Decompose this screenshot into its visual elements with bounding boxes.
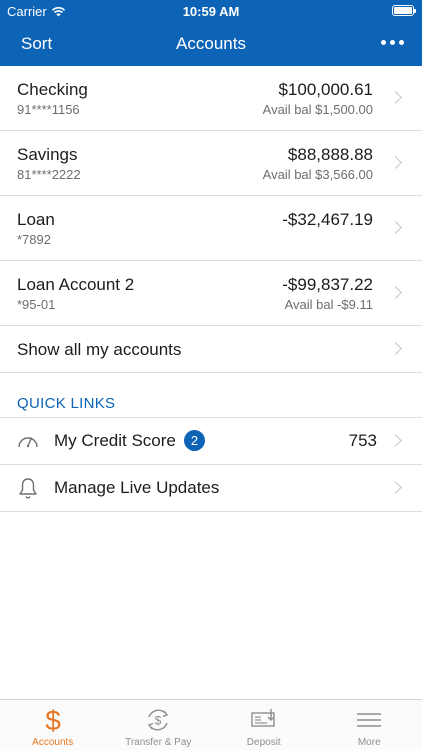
show-all-accounts-label: Show all my accounts — [17, 340, 182, 359]
account-row-checking[interactable]: Checking 91****1156 $100,000.61 Avail ba… — [0, 66, 422, 131]
tab-more[interactable]: More — [317, 700, 422, 750]
check-deposit-icon — [251, 709, 275, 727]
page-title: Accounts — [176, 34, 246, 53]
svg-text:$: $ — [45, 705, 61, 735]
account-name: Loan Account 2 — [17, 275, 135, 294]
quick-link-label: My Credit Score — [54, 431, 176, 450]
app-header: Carrier 10:59 AM Sort Accounts — [0, 0, 422, 66]
available-balance: Avail bal $3,566.00 — [262, 167, 373, 182]
dollar-icon: $ — [45, 705, 61, 735]
tab-transfer-pay[interactable]: $ Transfer & Pay — [106, 700, 212, 750]
account-number: *7892 — [17, 232, 51, 247]
account-number: 81****2222 — [17, 167, 81, 182]
tab-bar: $ Accounts $ Transfer & Pay Deposit More — [0, 699, 422, 750]
status-time: 10:59 AM — [182, 4, 240, 19]
quick-links-heading: QUICK LINKS — [0, 373, 422, 418]
account-row-savings[interactable]: Savings 81****2222 $88,888.88 Avail bal … — [0, 131, 422, 196]
chevron-right-icon — [389, 221, 402, 234]
available-balance: Avail bal -$9.11 — [284, 297, 373, 312]
account-row-loan[interactable]: Loan *7892 -$32,467.19 — [0, 196, 422, 261]
svg-text:$: $ — [155, 714, 162, 728]
quick-links-title: QUICK LINKS — [17, 395, 116, 412]
tab-label: Deposit — [246, 737, 281, 748]
battery-icon — [392, 5, 416, 16]
notification-badge: 2 — [184, 430, 205, 451]
tab-deposit[interactable]: Deposit — [211, 700, 317, 750]
credit-score-value: 753 — [348, 431, 377, 450]
tab-label: Accounts — [32, 737, 74, 748]
account-number: *95-01 — [17, 297, 56, 312]
transfer-icon: $ — [148, 709, 169, 731]
more-options-icon[interactable] — [381, 40, 404, 45]
quick-link-credit-score[interactable]: My Credit Score 2 753 — [0, 418, 422, 465]
account-balance: -$99,837.22 — [282, 275, 373, 294]
account-balance: $100,000.61 — [278, 80, 373, 99]
chevron-right-icon — [389, 342, 402, 355]
tab-label: Transfer & Pay — [125, 737, 192, 748]
tab-accounts[interactable]: $ Accounts — [0, 700, 106, 750]
menu-icon — [357, 713, 382, 727]
account-balance: $88,888.88 — [287, 145, 373, 164]
show-all-accounts-row[interactable]: Show all my accounts — [0, 326, 422, 373]
account-balance: -$32,467.19 — [282, 210, 373, 229]
account-name: Checking — [17, 80, 88, 99]
chevron-right-icon — [389, 156, 402, 169]
status-bar: Carrier 10:59 AM — [0, 0, 422, 22]
account-number: 91****1156 — [17, 102, 80, 117]
quick-link-live-updates[interactable]: Manage Live Updates — [0, 465, 422, 512]
account-name: Loan — [17, 210, 55, 229]
quick-link-label: Manage Live Updates — [54, 478, 220, 497]
account-name: Savings — [17, 145, 78, 164]
account-row-loan-account-2[interactable]: Loan Account 2 *95-01 -$99,837.22 Avail … — [0, 261, 422, 326]
available-balance: Avail bal $1,500.00 — [262, 102, 373, 117]
chevron-right-icon — [389, 286, 402, 299]
chevron-right-icon — [389, 91, 402, 104]
chevron-right-icon — [389, 481, 402, 494]
bell-icon — [19, 478, 37, 499]
gauge-icon — [18, 437, 38, 448]
nav-bar: Sort Accounts — [0, 22, 422, 66]
tab-label: More — [357, 737, 381, 748]
chevron-right-icon — [389, 434, 402, 447]
